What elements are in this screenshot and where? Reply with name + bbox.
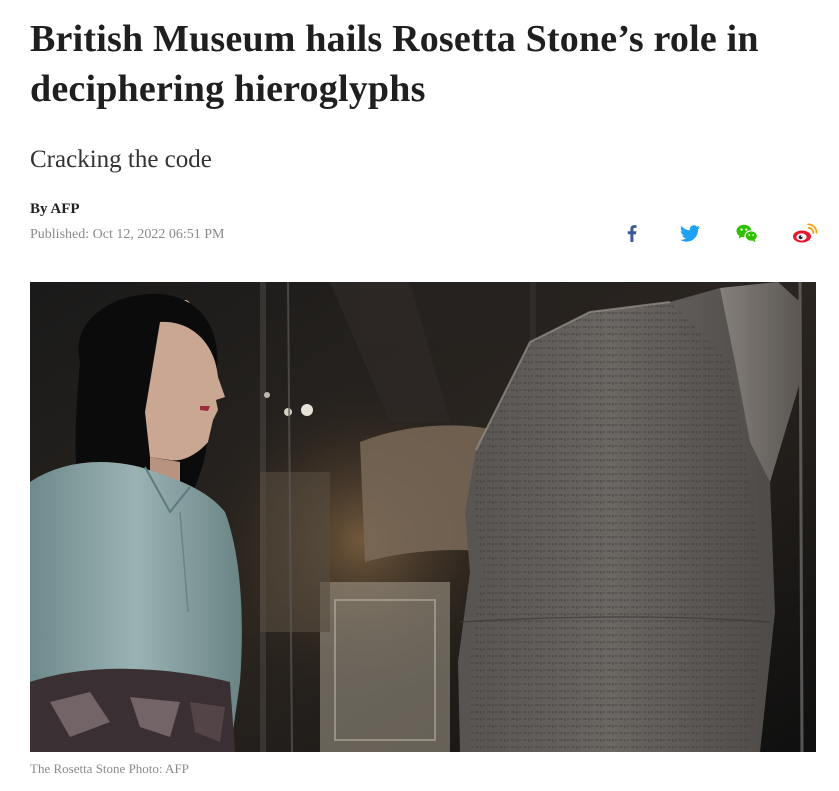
twitter-share-button[interactable] xyxy=(676,219,704,247)
article-subtitle: Cracking the code xyxy=(30,146,212,173)
article-headline: British Museum hails Rosetta Stone’s rol… xyxy=(30,18,759,110)
wechat-share-button[interactable] xyxy=(733,219,761,247)
weibo-icon xyxy=(793,223,818,243)
published-date: Published: Oct 12, 2022 06:51 PM xyxy=(30,227,225,242)
facebook-icon xyxy=(627,225,637,242)
rosetta-stone-photo xyxy=(30,282,816,752)
weibo-share-button[interactable] xyxy=(790,219,818,247)
photo-caption: The Rosetta Stone Photo: AFP xyxy=(30,761,189,776)
byline: By AFP xyxy=(30,201,80,217)
wechat-icon xyxy=(736,224,759,243)
facebook-share-button[interactable] xyxy=(618,219,646,247)
twitter-icon xyxy=(680,225,700,242)
article-photo xyxy=(30,282,816,752)
share-bar xyxy=(618,219,828,247)
